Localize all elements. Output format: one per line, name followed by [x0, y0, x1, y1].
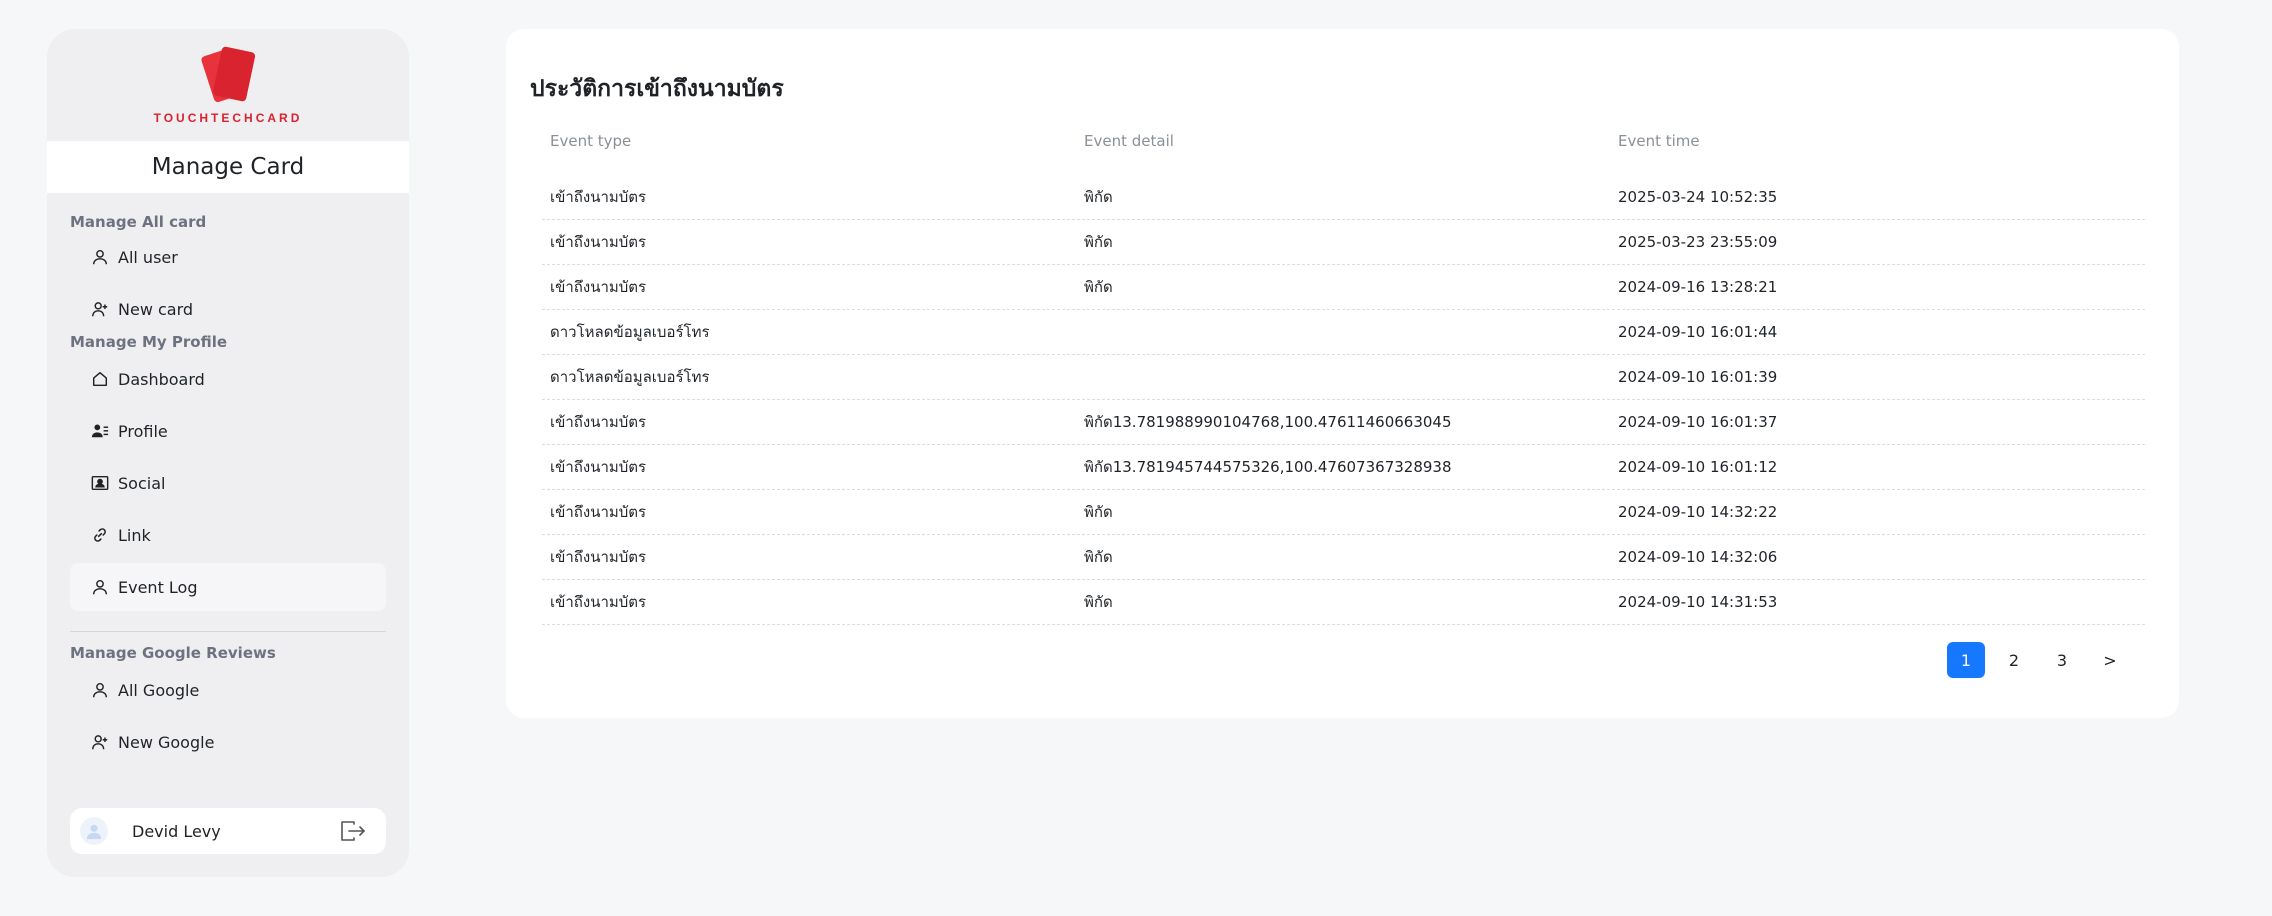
sidebar-item-label: All user [118, 247, 178, 267]
table-row: ดาวโหลดข้อมูลเบอร์โทร 2024-09-10 16:01:3… [542, 355, 2145, 400]
link-icon [90, 525, 110, 545]
table-row: เข้าถึงนามบัตร พิกัด 2025-03-24 10:52:35 [542, 175, 2145, 220]
cell-event-type: เข้าถึงนามบัตร [550, 413, 647, 431]
table-row: เข้าถึงนามบัตร พิกัด13.781988990104768,1… [542, 400, 2145, 445]
cell-event-type: ดาวโหลดข้อมูลเบอร์โทร [550, 368, 710, 386]
table-body: เข้าถึงนามบัตร พิกัด 2025-03-24 10:52:35… [542, 175, 2145, 625]
event-log-table: Event type Event detail Event time เข้าถ… [542, 121, 2145, 625]
user-icon [90, 577, 110, 597]
sidebar-item-label: Link [118, 525, 151, 545]
page-button-1[interactable]: 1 [1947, 642, 1985, 678]
cell-event-time: 2024-09-10 16:01:39 [1618, 368, 1778, 386]
column-header-event-detail: Event detail [1084, 132, 1174, 150]
next-page-button[interactable]: > [2091, 642, 2129, 678]
event-log-panel: ประวัติการเข้าถึงนามบัตร Event type Even… [506, 29, 2179, 718]
avatar [80, 817, 108, 845]
sidebar-item-profile[interactable]: Profile [70, 407, 386, 455]
cell-event-type: เข้าถึงนามบัตร [550, 458, 647, 476]
section-label-manage-google-reviews: Manage Google Reviews [70, 644, 276, 662]
sidebar-item-dashboard[interactable]: Dashboard [70, 355, 386, 403]
column-header-event-time: Event time [1618, 132, 1700, 150]
page-button-3[interactable]: 3 [2043, 642, 2081, 678]
table-row: เข้าถึงนามบัตร พิกัด 2024-09-16 13:28:21 [542, 265, 2145, 310]
cell-event-type: เข้าถึงนามบัตร [550, 548, 647, 566]
sidebar-item-new-card[interactable]: New card [70, 285, 386, 333]
cell-event-detail: พิกัด [1084, 548, 1113, 566]
cell-event-time: 2025-03-23 23:55:09 [1618, 233, 1778, 251]
cell-event-time: 2024-09-10 14:32:22 [1618, 503, 1778, 521]
sidebar: TOUCHTECHCARD Manage Card Manage All car… [47, 29, 409, 877]
user-icon [90, 247, 110, 267]
page-title: ประวัติการเข้าถึงนามบัตร [530, 76, 784, 102]
sidebar-nav: Manage All card All user New card Manage… [47, 207, 409, 766]
sidebar-item-label: Dashboard [118, 369, 205, 389]
cell-event-detail: พิกัด [1084, 503, 1113, 521]
sidebar-item-label: Event Log [118, 577, 198, 597]
sidebar-item-label: All Google [118, 680, 200, 700]
table-row: เข้าถึงนามบัตร พิกัด 2025-03-23 23:55:09 [542, 220, 2145, 265]
cell-event-time: 2024-09-10 16:01:12 [1618, 458, 1778, 476]
home-icon [90, 369, 110, 389]
contact-card-icon [90, 473, 110, 493]
logo-area: TOUCHTECHCARD [47, 29, 409, 141]
pagination: 1 2 3 > [1947, 642, 2129, 678]
cell-event-type: เข้าถึงนามบัตร [550, 233, 647, 251]
cell-event-detail: พิกัด [1084, 233, 1113, 251]
cell-event-detail: พิกัด [1084, 188, 1113, 206]
cell-event-time: 2024-09-10 16:01:37 [1618, 413, 1778, 431]
logout-icon[interactable] [340, 820, 366, 842]
cell-event-time: 2024-09-16 13:28:21 [1618, 278, 1778, 296]
sidebar-item-new-google[interactable]: New Google [70, 718, 386, 766]
cell-event-detail: พิกัด13.781945744575326,100.476073673289… [1084, 458, 1452, 476]
table-header: Event type Event detail Event time [542, 121, 2145, 161]
sidebar-item-label: Social [118, 473, 166, 493]
user-icon [90, 680, 110, 700]
table-row: เข้าถึงนามบัตร พิกัด 2024-09-10 14:32:06 [542, 535, 2145, 580]
user-card: Devid Levy [70, 808, 386, 854]
section-label-manage-all-card: Manage All card [70, 213, 207, 231]
cell-event-detail: พิกัด [1084, 278, 1113, 296]
user-name: Devid Levy [132, 821, 221, 841]
user-plus-icon [90, 299, 110, 319]
logo-text: TOUCHTECHCARD [153, 111, 303, 125]
cell-event-time: 2024-09-10 16:01:44 [1618, 323, 1778, 341]
logo-icon [201, 46, 256, 103]
table-row: เข้าถึงนามบัตร พิกัด 2024-09-10 14:31:53 [542, 580, 2145, 625]
cell-event-time: 2024-09-10 14:31:53 [1618, 593, 1778, 611]
cell-event-type: เข้าถึงนามบัตร [550, 278, 647, 296]
sidebar-item-all-google[interactable]: All Google [70, 666, 386, 714]
sidebar-divider [70, 631, 386, 632]
cell-event-time: 2025-03-24 10:52:35 [1618, 188, 1778, 206]
cell-event-detail: พิกัด13.781988990104768,100.476114606630… [1084, 413, 1452, 431]
sidebar-item-social[interactable]: Social [70, 459, 386, 507]
sidebar-item-label: New Google [118, 732, 215, 752]
cell-event-type: เข้าถึงนามบัตร [550, 503, 647, 521]
cell-event-detail: พิกัด [1084, 593, 1113, 611]
sidebar-item-label: Profile [118, 421, 168, 441]
column-header-event-type: Event type [550, 132, 632, 150]
cell-event-type: เข้าถึงนามบัตร [550, 188, 647, 206]
table-row: เข้าถึงนามบัตร พิกัด 2024-09-10 14:32:22 [542, 490, 2145, 535]
sidebar-title: Manage Card [47, 141, 409, 193]
sidebar-item-all-user[interactable]: All user [70, 233, 386, 281]
cell-event-type: ดาวโหลดข้อมูลเบอร์โทร [550, 323, 710, 341]
sidebar-item-label: New card [118, 299, 194, 319]
user-plus-icon [90, 732, 110, 752]
table-row: ดาวโหลดข้อมูลเบอร์โทร 2024-09-10 16:01:4… [542, 310, 2145, 355]
table-row: เข้าถึงนามบัตร พิกัด13.781945744575326,1… [542, 445, 2145, 490]
sidebar-item-event-log[interactable]: Event Log [70, 563, 386, 611]
sidebar-item-link[interactable]: Link [70, 511, 386, 559]
page-button-2[interactable]: 2 [1995, 642, 2033, 678]
section-label-manage-my-profile: Manage My Profile [70, 333, 228, 351]
profile-list-icon [90, 421, 110, 441]
cell-event-time: 2024-09-10 14:32:06 [1618, 548, 1778, 566]
cell-event-type: เข้าถึงนามบัตร [550, 593, 647, 611]
